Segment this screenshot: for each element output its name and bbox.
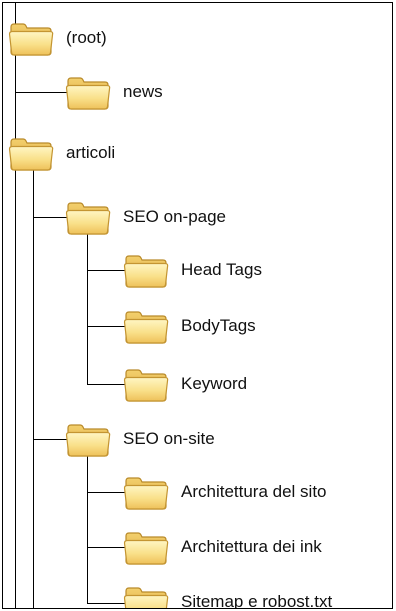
folder-icon <box>8 134 54 172</box>
node-label: (root) <box>66 28 107 47</box>
folder-icon <box>123 307 169 345</box>
connector-seo-on-site <box>33 439 67 440</box>
node-label: news <box>123 82 163 101</box>
node-label: SEO on-page <box>123 207 227 226</box>
connector-sitemap <box>87 603 125 604</box>
folder-tree-diagram: (root) news articoli SEO on-page Head Ta… <box>2 2 393 609</box>
connector-head-tags <box>87 270 125 271</box>
node-label: SEO on-site <box>123 429 215 448</box>
folder-icon <box>8 19 54 57</box>
connector-architettura-ink <box>87 547 125 548</box>
node-label: Head Tags <box>181 260 262 279</box>
node-label: Keyword <box>181 374 248 393</box>
node-label: Architettura del sito <box>181 482 327 501</box>
connector-architettura-sito <box>87 492 125 493</box>
folder-icon <box>65 420 111 458</box>
folder-icon <box>65 73 111 111</box>
folder-icon <box>123 365 169 403</box>
connector-seo-on-page <box>33 217 67 218</box>
trunk-line-seo-on-site <box>87 455 88 603</box>
trunk-line-seo-on-page <box>87 233 88 384</box>
folder-icon <box>123 528 169 566</box>
folder-icon <box>123 583 169 609</box>
node-label: Architettura dei ink <box>181 537 322 556</box>
connector-keyword <box>87 384 125 385</box>
folder-icon <box>123 251 169 289</box>
node-label: BodyTags <box>181 316 256 335</box>
connector-body-tags <box>87 326 125 327</box>
node-label: Sitemap e robost.txt <box>181 592 333 609</box>
trunk-line-articoli <box>33 168 34 608</box>
folder-icon <box>123 473 169 511</box>
node-label: articoli <box>66 143 116 162</box>
folder-icon <box>65 198 111 236</box>
trunk-line-root <box>15 3 16 608</box>
connector-news <box>15 92 67 93</box>
